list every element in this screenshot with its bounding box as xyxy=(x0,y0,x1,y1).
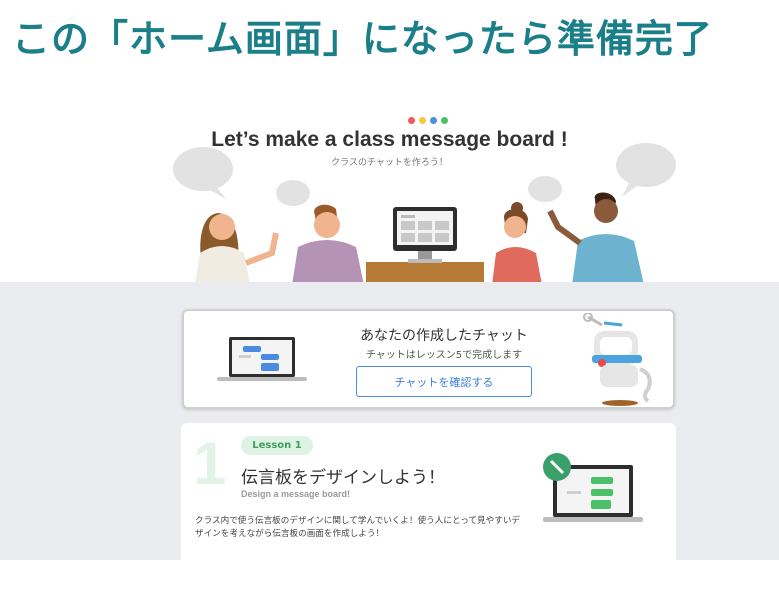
lesson-card[interactable]: 1 Lesson 1 伝言板をデザインしよう！ Design a message… xyxy=(181,423,676,560)
monitor-icon xyxy=(393,207,457,263)
lesson-subtitle-en: Design a message board! xyxy=(241,489,351,499)
dot-green xyxy=(441,117,448,124)
person-illustration xyxy=(492,202,542,285)
pencil-badge-icon xyxy=(543,453,571,481)
my-chat-card: あなたの作成したチャット チャットはレッスン5で完成します チャットを確認する xyxy=(182,309,675,409)
person-illustration xyxy=(547,192,644,285)
brand-dots xyxy=(408,117,448,124)
view-chat-button[interactable]: チャットを確認する xyxy=(356,366,532,397)
lesson-number: 1 xyxy=(193,430,227,497)
speech-bubble-icon xyxy=(528,176,562,202)
desk xyxy=(366,262,484,282)
speech-bubble-icon xyxy=(276,180,310,206)
lesson-description: クラス内で使う伝言板のデザインに関して学んでいくよ！使う人にとって見やすいデザイ… xyxy=(195,516,521,539)
instruction-headline: この「ホーム画面」になったら準備完了 xyxy=(12,17,713,61)
lesson-title: 伝言板をデザインしよう！ xyxy=(241,468,445,488)
robot-mascot-icon xyxy=(583,313,652,406)
tutorial-screenshot: この「ホーム画面」になったら準備完了 Let’s make a class me… xyxy=(0,0,779,593)
person-illustration xyxy=(195,213,279,285)
person-illustration xyxy=(292,204,364,285)
dot-blue xyxy=(430,117,437,124)
dot-yellow xyxy=(419,117,426,124)
hero-illustration xyxy=(173,143,676,285)
laptop-icon xyxy=(543,453,643,522)
dot-red xyxy=(408,117,415,124)
speech-bubble-icon xyxy=(173,147,233,191)
lesson-badge: Lesson 1 xyxy=(241,436,313,455)
speech-bubble-icon xyxy=(616,143,676,187)
